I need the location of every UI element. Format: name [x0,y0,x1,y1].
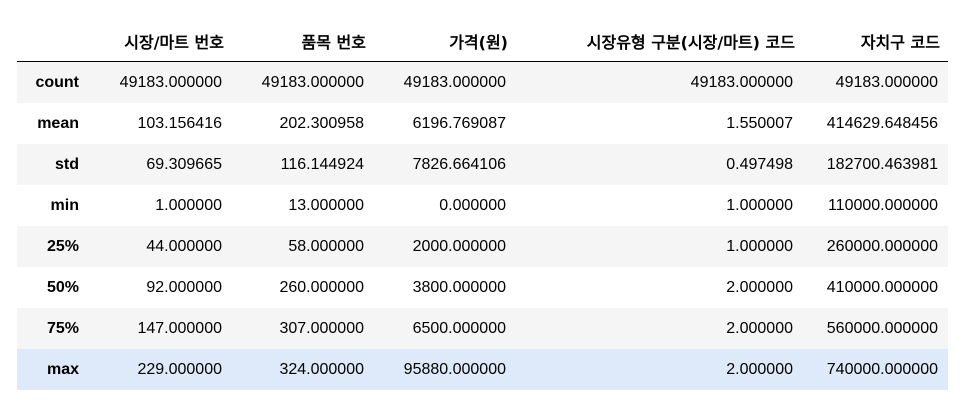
row-label: std [55,155,79,173]
table-cell: 0.000000 [439,196,506,214]
table-cell: 260000.000000 [826,237,938,255]
table-cell: 69.309665 [146,155,222,173]
table-cell: 49183.000000 [690,73,793,91]
table-cell: 1.000000 [726,237,793,255]
table-cell: 49183.000000 [119,73,222,91]
header-row: 시장/마트 번호 품목 번호 가격(원) 시장유형 구분(시장/마트) 코드 자… [17,21,948,62]
row-label: min [50,196,79,214]
table-row: count 49183.000000 49183.000000 49183.00… [17,61,948,103]
table-cell: 182700.463981 [826,155,938,173]
column-header: 시장유형 구분(시장/마트) 코드 [516,21,803,62]
row-label: 50% [46,278,79,296]
column-header: 시장/마트 번호 [89,21,232,62]
table-row: 50% 92.000000 260.000000 3800.000000 2.0… [17,267,948,308]
index-header [17,21,89,62]
table-cell: 324.000000 [279,360,364,378]
dataframe-output: 시장/마트 번호 품목 번호 가격(원) 시장유형 구분(시장/마트) 코드 자… [17,21,948,390]
table-cell: 0.497498 [726,155,793,173]
table-row: std 69.309665 116.144924 7826.664106 0.4… [17,144,948,185]
table-cell: 260.000000 [279,278,364,296]
table-cell: 103.156416 [137,114,222,132]
table-cell: 2.000000 [726,319,793,337]
table-cell: 2000.000000 [412,237,506,255]
table-cell: 1.000000 [726,196,793,214]
table-cell: 116.144924 [280,155,364,173]
table-cell: 147.000000 [137,319,222,337]
table-header: 시장/마트 번호 품목 번호 가격(원) 시장유형 구분(시장/마트) 코드 자… [17,21,948,62]
table-cell: 414629.648456 [826,114,938,132]
table-cell: 95880.000000 [403,360,506,378]
table-cell: 110000.000000 [827,196,938,214]
table-cell: 1.000000 [155,196,222,214]
table-cell: 307.000000 [279,319,364,337]
table-cell: 560000.000000 [826,319,938,337]
table-cell: 202.300958 [279,114,364,132]
table-cell: 49183.000000 [835,73,938,91]
table-cell: 229.000000 [137,360,222,378]
table-row: mean 103.156416 202.300958 6196.769087 1… [17,103,948,144]
row-label: max [46,360,79,378]
table-row: 75% 147.000000 307.000000 6500.000000 2.… [17,308,948,349]
table-body: count 49183.000000 49183.000000 49183.00… [17,61,948,390]
table-cell: 740000.000000 [826,360,938,378]
column-header: 품목 번호 [232,21,374,62]
table-cell: 58.000000 [288,237,364,255]
column-header: 가격(원) [374,21,516,62]
table-row: min 1.000000 13.000000 0.000000 1.000000… [17,185,948,226]
table-cell: 2.000000 [726,278,793,296]
table-cell: 49183.000000 [403,73,506,91]
table-cell: 92.000000 [146,278,222,296]
column-header: 자치구 코드 [803,21,948,62]
row-label: count [35,73,79,91]
table-cell: 1.550007 [726,114,793,132]
row-label: 25% [46,237,79,255]
table-cell: 2.000000 [726,360,793,378]
table-cell: 7826.664106 [412,155,506,173]
row-label: mean [37,114,79,132]
table-cell: 6196.769087 [412,114,506,132]
table-cell: 49183.000000 [261,73,364,91]
row-label: 75% [46,319,79,337]
describe-table: 시장/마트 번호 품목 번호 가격(원) 시장유형 구분(시장/마트) 코드 자… [17,21,948,390]
table-cell: 3800.000000 [412,278,506,296]
table-cell: 44.000000 [146,237,222,255]
table-cell: 6500.000000 [412,319,506,337]
table-cell: 410000.000000 [826,278,938,296]
table-row-hovered: max 229.000000 324.000000 95880.000000 2… [17,349,948,390]
table-row: 25% 44.000000 58.000000 2000.000000 1.00… [17,226,948,267]
table-cell: 13.000000 [288,196,364,214]
